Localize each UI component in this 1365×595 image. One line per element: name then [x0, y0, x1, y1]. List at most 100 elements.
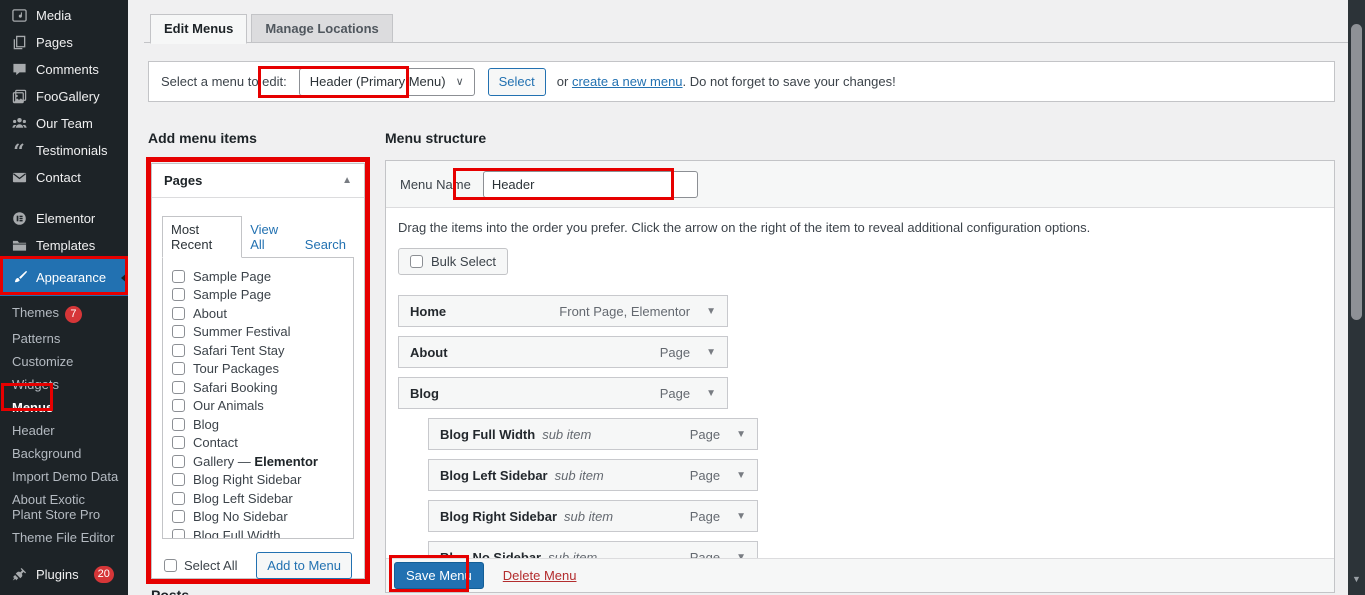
tab-view-all[interactable]: View All	[242, 217, 297, 257]
submenu-item-theme-file-editor[interactable]: Theme File Editor	[0, 526, 128, 549]
submenu-item-patterns[interactable]: Patterns	[0, 327, 128, 350]
pages-inner-tabs: Most Recent View All Search	[162, 216, 354, 257]
scroll-down-arrow-icon[interactable]: ▼	[1348, 574, 1365, 584]
submenu-item-header[interactable]: Header	[0, 419, 128, 442]
scrollbar-thumb[interactable]	[1351, 24, 1362, 320]
page-checkbox-item[interactable]: About	[172, 304, 353, 322]
tab-edit-menus[interactable]: Edit Menus	[150, 14, 247, 44]
page-checkbox-item[interactable]: Blog Full Width	[172, 526, 353, 539]
menu-item-blog-full-width[interactable]: Blog Full Width sub item Page ▼	[428, 418, 758, 450]
sidebar-item-plugins[interactable]: Plugins 20	[0, 561, 128, 588]
screen-tabs: Edit Menus Manage Locations	[150, 14, 397, 44]
delete-menu-link[interactable]: Delete Menu	[503, 568, 577, 583]
contact-icon	[11, 170, 27, 186]
menu-item-about[interactable]: About Page ▼	[398, 336, 728, 368]
checkbox[interactable]	[172, 399, 185, 412]
page-checkbox-item[interactable]: Our Animals	[172, 397, 353, 415]
checkbox[interactable]	[172, 362, 185, 375]
expand-arrow-icon[interactable]: ▼	[706, 306, 716, 317]
page-checkbox-item[interactable]: Summer Festival	[172, 323, 353, 341]
menu-item-blog-right-sidebar[interactable]: Blog Right Sidebar sub item Page ▼	[428, 500, 758, 532]
sidebar-item-label: Templates	[36, 238, 95, 253]
select-menu-label: Select a menu to edit:	[161, 74, 287, 89]
menu-name-label: Menu Name	[400, 177, 471, 192]
expand-arrow-icon[interactable]: ▼	[736, 470, 746, 481]
submenu-item-menus[interactable]: Menus	[0, 396, 128, 419]
menu-select-dropdown[interactable]: Header (Primary Menu) ∨	[299, 68, 475, 96]
select-all-checkbox[interactable]	[164, 559, 177, 572]
pages-accordion-panel: Pages ▲ Most Recent View All Search Samp…	[151, 163, 365, 579]
submenu-item-customize[interactable]: Customize	[0, 350, 128, 373]
checkbox[interactable]	[172, 288, 185, 301]
page-checkbox-item[interactable]: Gallery — Elementor	[172, 452, 353, 470]
expand-arrow-icon[interactable]: ▼	[706, 347, 716, 358]
add-to-menu-button[interactable]: Add to Menu	[256, 552, 352, 579]
expand-arrow-icon[interactable]: ▼	[736, 429, 746, 440]
sidebar-item-elementor[interactable]: Elementor	[0, 205, 128, 232]
save-menu-button[interactable]: Save Menu	[394, 562, 484, 589]
select-all-control[interactable]: Select All	[164, 558, 237, 573]
checkbox[interactable]	[172, 307, 185, 320]
checkbox[interactable]	[172, 381, 185, 394]
checkbox[interactable]	[172, 270, 185, 283]
tab-manage-locations[interactable]: Manage Locations	[251, 14, 392, 43]
tab-most-recent[interactable]: Most Recent	[162, 216, 242, 258]
menu-item-blog-left-sidebar[interactable]: Blog Left Sidebar sub item Page ▼	[428, 459, 758, 491]
page-checkbox-item[interactable]: Safari Tent Stay	[172, 341, 353, 359]
page-checkbox-item[interactable]: Blog No Sidebar	[172, 508, 353, 526]
sidebar-item-contact[interactable]: Contact	[0, 164, 128, 191]
submenu-item-import-demo-data[interactable]: Import Demo Data	[0, 465, 128, 488]
sidebar-item-testimonials[interactable]: “ Testimonials	[0, 137, 128, 164]
page-checkbox-item[interactable]: Blog Right Sidebar	[172, 471, 353, 489]
menu-items-list: Home Front Page, Elementor ▼ About Page …	[398, 295, 1320, 573]
sidebar-item-appearance[interactable]: Appearance	[0, 259, 128, 296]
bulk-select-control[interactable]: Bulk Select	[398, 248, 508, 275]
pages-panel-footer: Select All Add to Menu	[162, 552, 354, 579]
submenu-item-widgets[interactable]: Widgets	[0, 373, 128, 396]
page-scrollbar[interactable]: ▼	[1348, 0, 1365, 595]
checkbox[interactable]	[172, 455, 185, 468]
sidebar-item-label: Comments	[36, 62, 99, 77]
wordpress-admin-menus-screen: Media Pages Comments FooGallery Our Team…	[0, 0, 1365, 595]
sidebar-item-pages[interactable]: Pages	[0, 29, 128, 56]
checkbox[interactable]	[172, 344, 185, 357]
pages-icon	[11, 35, 27, 51]
page-checkbox-item[interactable]: Blog	[172, 415, 353, 433]
submenu-item-about-theme[interactable]: About Exotic Plant Store Pro	[0, 488, 120, 526]
menu-item-blog[interactable]: Blog Page ▼	[398, 377, 728, 409]
pages-accordion-header[interactable]: Pages ▲	[152, 164, 364, 198]
checkbox[interactable]	[172, 529, 185, 540]
select-button[interactable]: Select	[488, 68, 546, 96]
page-checkbox-item[interactable]: Safari Booking	[172, 378, 353, 396]
create-new-menu-link[interactable]: create a new menu	[572, 74, 683, 89]
expand-arrow-icon[interactable]: ▼	[706, 388, 716, 399]
comments-icon	[11, 62, 27, 78]
menu-name-input[interactable]	[483, 171, 698, 198]
sidebar-item-templates[interactable]: Templates	[0, 232, 128, 259]
bulk-select-checkbox[interactable]	[410, 255, 423, 268]
checkbox[interactable]	[172, 325, 185, 338]
checkbox[interactable]	[172, 473, 185, 486]
page-checkbox-item[interactable]: Tour Packages	[172, 360, 353, 378]
submenu-item-background[interactable]: Background	[0, 442, 128, 465]
page-checkbox-item[interactable]: Sample Page	[172, 286, 353, 304]
sidebar-item-comments[interactable]: Comments	[0, 56, 128, 83]
checkbox[interactable]	[172, 492, 185, 505]
collapse-arrow-icon[interactable]: ▲	[342, 175, 352, 186]
sidebar-item-media[interactable]: Media	[0, 2, 128, 29]
page-checkbox-item[interactable]: Contact	[172, 434, 353, 452]
checkbox[interactable]	[172, 510, 185, 523]
sidebar-item-users[interactable]: Users	[0, 588, 128, 595]
page-checkbox-item[interactable]: Blog Left Sidebar	[172, 489, 353, 507]
elementor-icon	[11, 211, 27, 227]
expand-arrow-icon[interactable]: ▼	[736, 511, 746, 522]
posts-accordion-heading-partial[interactable]: Posts	[151, 587, 189, 595]
page-checkbox-item[interactable]: Sample Page	[172, 267, 353, 285]
submenu-item-themes[interactable]: Themes7	[0, 301, 128, 327]
sidebar-item-our-team[interactable]: Our Team	[0, 110, 128, 137]
checkbox[interactable]	[172, 418, 185, 431]
checkbox[interactable]	[172, 436, 185, 449]
tab-search[interactable]: Search	[297, 232, 354, 257]
menu-item-home[interactable]: Home Front Page, Elementor ▼	[398, 295, 728, 327]
sidebar-item-foogallery[interactable]: FooGallery	[0, 83, 128, 110]
